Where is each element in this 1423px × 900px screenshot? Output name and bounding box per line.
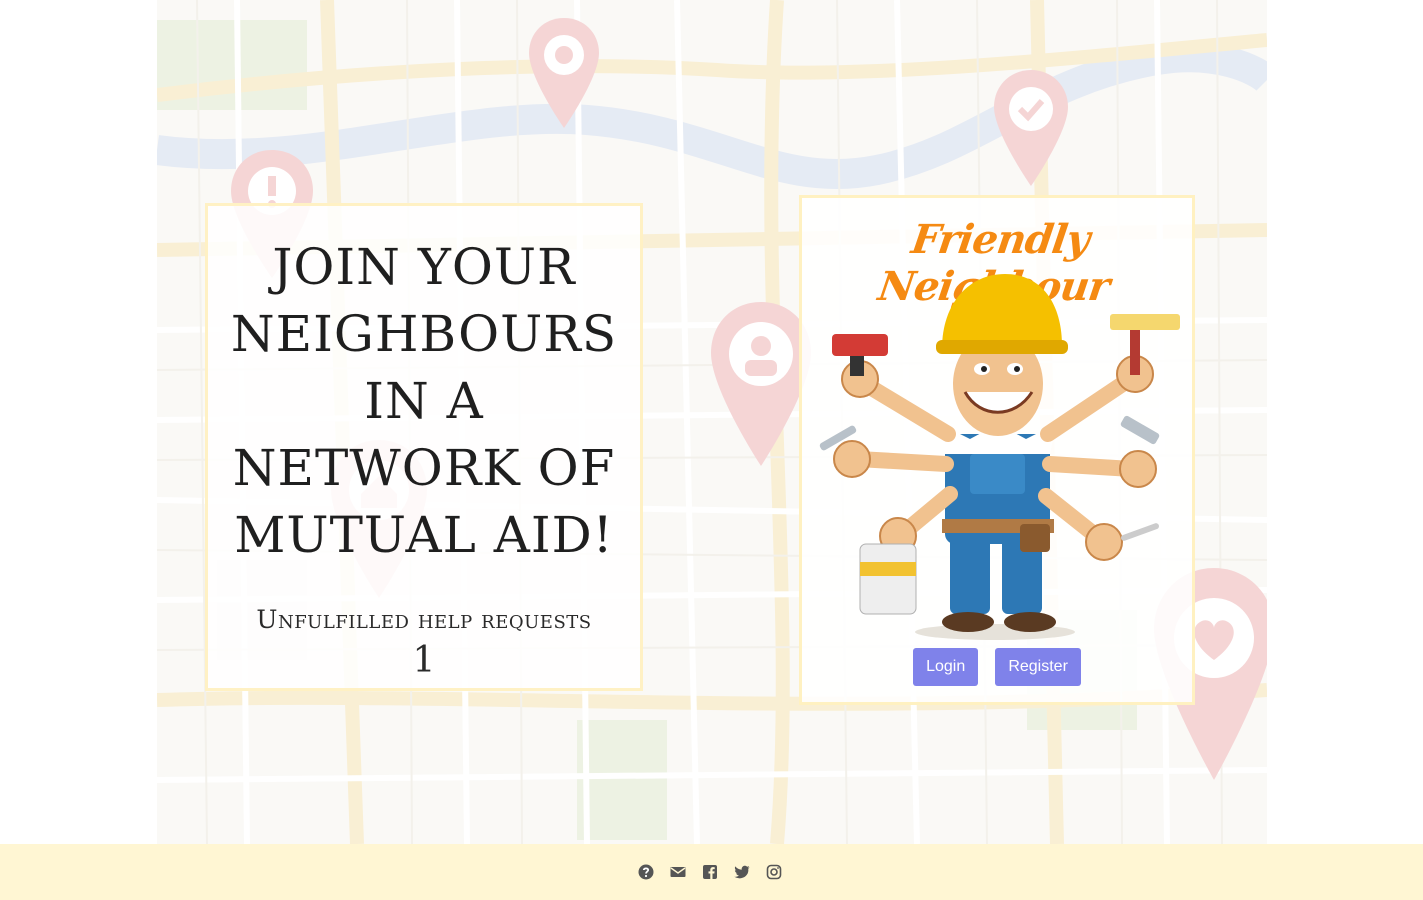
- envelope-icon[interactable]: [670, 864, 686, 880]
- register-button[interactable]: Register: [995, 648, 1081, 686]
- hero-card: JOIN YOUR NEIGHBOURS IN A NETWORK OF MUT…: [205, 203, 643, 691]
- login-button[interactable]: Login: [913, 648, 979, 686]
- unfulfilled-requests-count: 1: [412, 640, 436, 681]
- instagram-icon[interactable]: [766, 864, 782, 880]
- twitter-icon[interactable]: [734, 864, 750, 880]
- facebook-icon[interactable]: [702, 864, 718, 880]
- auth-button-row: Login Register: [802, 648, 1192, 686]
- unfulfilled-requests-label: Unfulfilled help requests: [256, 605, 592, 634]
- footer-social-links: [638, 864, 782, 882]
- hero-headline: JOIN YOUR NEIGHBOURS IN A NETWORK OF MUT…: [230, 238, 618, 564]
- brand-card: Friendly Neighbour: [799, 195, 1195, 705]
- handyman-mascot-icon: [819, 274, 1180, 640]
- question-circle-icon[interactable]: [638, 864, 654, 880]
